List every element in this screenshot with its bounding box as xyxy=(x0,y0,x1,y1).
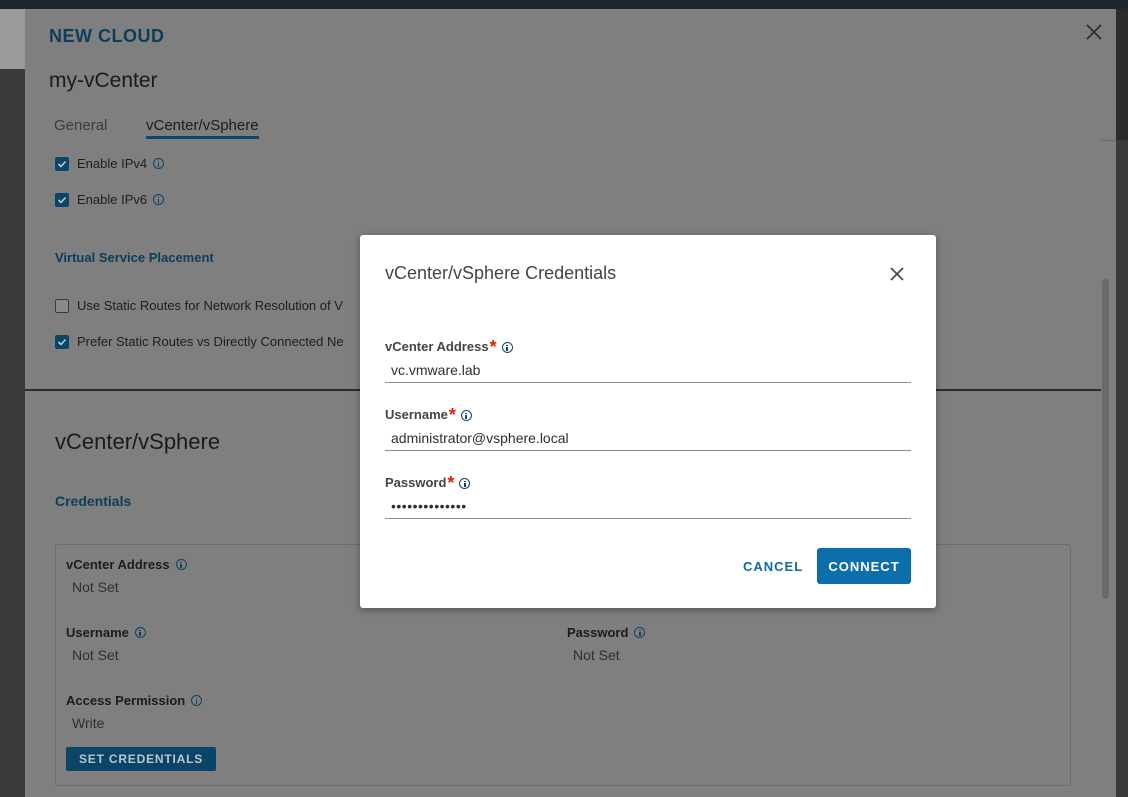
checkmark-icon xyxy=(57,338,67,346)
username-label: Username * xyxy=(385,405,472,425)
static-routes-checkbox[interactable] xyxy=(55,298,69,313)
close-icon[interactable] xyxy=(887,264,907,284)
vcenter-address-input[interactable] xyxy=(385,357,911,383)
tab-vcenter-vsphere[interactable]: vCenter/vSphere xyxy=(146,117,259,139)
password-label: Password * xyxy=(385,473,471,493)
username-value: Not Set xyxy=(72,647,119,663)
scrollbar[interactable] xyxy=(1102,279,1109,599)
background-page-left xyxy=(0,9,25,69)
connect-button[interactable]: CONNECT xyxy=(817,548,911,584)
top-bar xyxy=(0,0,1128,9)
info-icon[interactable] xyxy=(634,627,646,638)
password-field-label: Password xyxy=(567,625,646,640)
access-permission-label: Access Permission xyxy=(66,693,203,708)
static-routes-label: Use Static Routes for Network Resolution… xyxy=(77,298,343,313)
password-input[interactable] xyxy=(385,493,911,519)
panel-title: NEW CLOUD xyxy=(49,26,165,46)
enable-ipv6-row[interactable]: Enable IPv6 xyxy=(55,192,165,207)
info-icon[interactable] xyxy=(191,695,203,706)
info-icon[interactable] xyxy=(175,559,187,570)
vcenter-address-value: Not Set xyxy=(72,579,119,595)
close-icon[interactable] xyxy=(1083,21,1105,43)
info-icon[interactable] xyxy=(460,410,472,421)
cancel-button[interactable]: CANCEL xyxy=(732,548,814,584)
access-permission-value: Write xyxy=(72,715,105,731)
background-page-right xyxy=(1116,140,1128,797)
info-icon[interactable] xyxy=(153,194,165,205)
virtual-service-placement-title: Virtual Service Placement xyxy=(55,250,214,265)
modal-title: vCenter/vSphere Credentials xyxy=(385,263,617,283)
panel-header: NEW CLOUD my-vCenter General vCenter/vSp… xyxy=(25,9,1116,141)
info-icon[interactable] xyxy=(134,627,146,638)
enable-ipv4-label: Enable IPv4 xyxy=(77,156,148,171)
password-value: Not Set xyxy=(573,647,620,663)
credentials-link: Credentials xyxy=(55,493,132,509)
checkmark-icon xyxy=(57,196,67,204)
username-input[interactable] xyxy=(385,425,911,451)
required-marker: * xyxy=(489,337,497,357)
vcenter-address-field-label: vCenter Address xyxy=(66,557,187,572)
set-credentials-button[interactable]: SET CREDENTIALS xyxy=(66,747,217,771)
enable-ipv4-checkbox[interactable] xyxy=(55,156,69,171)
info-icon[interactable] xyxy=(501,342,513,353)
info-icon[interactable] xyxy=(459,478,471,489)
credentials-modal: vCenter/vSphere Credentials vCenter Addr… xyxy=(360,235,936,608)
background-page-left-lower xyxy=(0,69,25,797)
enable-ipv6-checkbox[interactable] xyxy=(55,192,69,207)
enable-ipv6-label: Enable IPv6 xyxy=(77,192,148,207)
info-icon[interactable] xyxy=(153,158,165,169)
prefer-static-routes-checkbox[interactable] xyxy=(55,334,69,349)
checkmark-icon xyxy=(57,160,67,168)
cloud-name: my-vCenter xyxy=(49,69,158,92)
required-marker: * xyxy=(448,405,456,425)
vcenter-section-heading: vCenter/vSphere xyxy=(55,429,221,454)
tab-general[interactable]: General xyxy=(54,117,107,138)
enable-ipv4-row[interactable]: Enable IPv4 xyxy=(55,156,165,171)
prefer-static-routes-label: Prefer Static Routes vs Directly Connect… xyxy=(77,334,344,349)
static-routes-row[interactable]: Use Static Routes for Network Resolution… xyxy=(55,298,343,313)
required-marker: * xyxy=(447,473,455,493)
prefer-static-routes-row[interactable]: Prefer Static Routes vs Directly Connect… xyxy=(55,334,344,349)
username-field-label: Username xyxy=(66,625,146,640)
vcenter-address-label: vCenter Address * xyxy=(385,337,513,357)
